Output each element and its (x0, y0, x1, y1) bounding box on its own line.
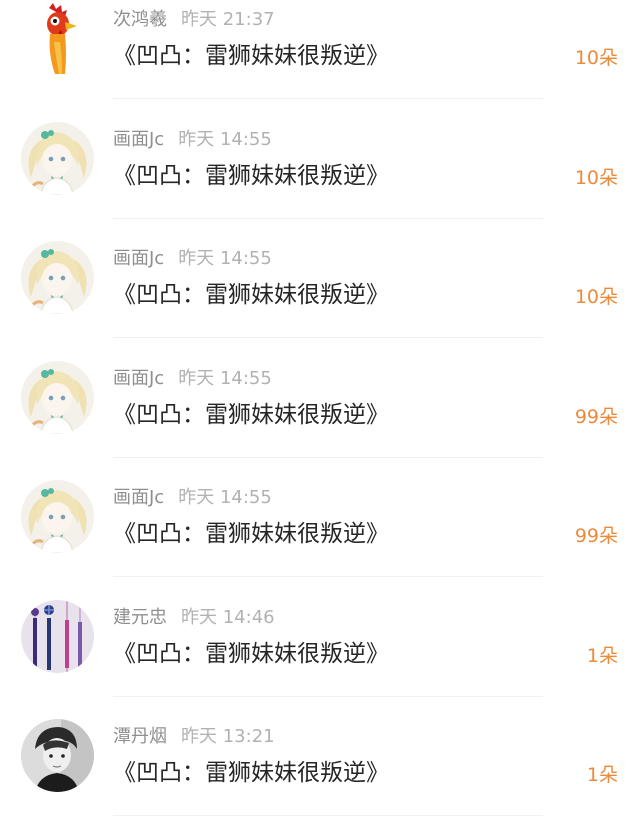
book-title[interactable]: 《凹凸：雷狮妹妹很叛逆》 (113, 397, 389, 433)
anime-girl-avatar[interactable] (21, 360, 94, 434)
gift-amount: 10朵 (574, 166, 618, 189)
timestamp: 昨天 21:37 (181, 9, 275, 30)
divider (113, 98, 543, 99)
timestamp: 昨天 13:21 (181, 726, 275, 747)
portrait-avatar[interactable] (21, 719, 94, 792)
timestamp: 昨天 14:55 (178, 248, 272, 269)
timestamp: 昨天 14:55 (178, 367, 272, 389)
username[interactable]: 画面Jc (113, 129, 164, 150)
divider (113, 815, 543, 816)
list-item[interactable]: 建元忠 昨天 14:46 《凹凸：雷狮妹妹很叛逆》 1朵 (0, 598, 640, 718)
gift-amount: 10朵 (574, 47, 618, 69)
book-title[interactable]: 《凹凸：雷狮妹妹很叛逆》 (113, 636, 389, 672)
item-meta: 建元忠 昨天 14:46 (113, 605, 275, 631)
divider (113, 337, 543, 338)
gift-amount: 1朵 (586, 644, 618, 667)
list-item[interactable]: 画面Jc 昨天 14:55 《凹凸：雷狮妹妹很叛逆》 99朵 (0, 359, 640, 479)
username[interactable]: 画面Jc (113, 368, 164, 389)
item-meta: 画面Jc 昨天 14:55 (113, 485, 272, 511)
list-item[interactable]: 画面Jc 昨天 14:55 《凹凸：雷狮妹妹很叛逆》 10朵 (0, 120, 640, 240)
book-title[interactable]: 《凹凸：雷狮妹妹很叛逆》 (113, 277, 389, 313)
timestamp: 昨天 14:55 (178, 487, 272, 508)
timestamp: 昨天 14:46 (181, 606, 275, 628)
item-meta: 画面Jc 昨天 14:55 (113, 127, 272, 153)
username[interactable]: 画面Jc (113, 487, 164, 508)
gift-amount: 1朵 (586, 764, 618, 786)
item-meta: 画面Jc 昨天 14:55 (113, 246, 272, 272)
list-item[interactable]: 次鸿羲 昨天 21:37 《凹凸：雷狮妹妹很叛逆》 10朵 (0, 0, 640, 120)
list-item[interactable]: 画面Jc 昨天 14:55 《凹凸：雷狮妹妹很叛逆》 10朵 (0, 239, 640, 359)
book-title[interactable]: 《凹凸：雷狮妹妹很叛逆》 (113, 516, 389, 552)
timestamp: 昨天 14:55 (178, 128, 272, 150)
gift-amount: 99朵 (574, 405, 618, 428)
username[interactable]: 画面Jc (113, 248, 164, 269)
item-meta: 画面Jc 昨天 14:55 (113, 366, 272, 392)
book-title[interactable]: 《凹凸：雷狮妹妹很叛逆》 (113, 158, 389, 194)
divider (113, 576, 543, 577)
username[interactable]: 建元忠 (113, 607, 167, 628)
username[interactable]: 次鸿羲 (113, 9, 167, 30)
item-meta: 次鸿羲 昨天 21:37 (113, 7, 275, 33)
book-title[interactable]: 《凹凸：雷狮妹妹很叛逆》 (113, 755, 389, 791)
list-item[interactable]: 画面Jc 昨天 14:55 《凹凸：雷狮妹妹很叛逆》 99朵 (0, 478, 640, 598)
item-meta: 潭丹烟 昨天 13:21 (113, 724, 275, 750)
list-item[interactable]: 潭丹烟 昨天 13:21 《凹凸：雷狮妹妹很叛逆》 1朵 (0, 717, 640, 820)
divider (113, 217, 543, 219)
anime-girl-avatar[interactable] (21, 241, 94, 314)
divider (113, 695, 543, 697)
gift-amount: 99朵 (574, 525, 618, 547)
divider (113, 456, 543, 458)
gift-amount: 10朵 (574, 286, 618, 308)
username[interactable]: 潭丹烟 (113, 726, 167, 747)
anime-girl-avatar[interactable] (21, 480, 94, 553)
gift-list: 次鸿羲 昨天 21:37 《凹凸：雷狮妹妹很叛逆》 10朵 画面Jc 昨天 14… (0, 0, 640, 820)
book-title[interactable]: 《凹凸：雷狮妹妹很叛逆》 (113, 38, 389, 74)
rooster-avatar[interactable] (21, 2, 94, 75)
tassel-avatar[interactable] (21, 599, 94, 673)
anime-girl-avatar[interactable] (21, 121, 94, 195)
